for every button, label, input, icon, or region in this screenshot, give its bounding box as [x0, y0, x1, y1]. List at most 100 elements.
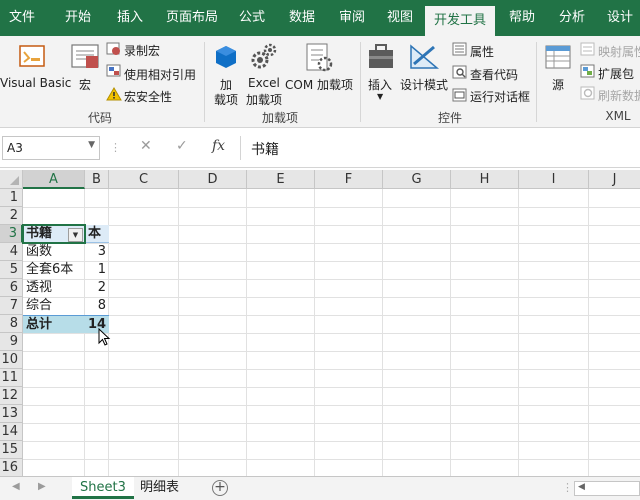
tab-help[interactable]: 帮助 — [502, 0, 542, 36]
cancel-icon[interactable]: ✕ — [140, 138, 152, 154]
column-header[interactable]: E — [247, 170, 315, 189]
row-header[interactable]: 4 — [0, 243, 23, 261]
tab-developer[interactable]: 开发工具 — [425, 6, 495, 36]
mouse-pointer-icon — [98, 328, 111, 346]
column-header[interactable]: C — [109, 170, 179, 189]
row-header[interactable]: 10 — [0, 351, 23, 369]
name-box-value: A3 — [7, 141, 23, 155]
view-code-label: 查看代码 — [470, 68, 519, 82]
horizontal-scrollbar[interactable]: ◀ — [574, 481, 640, 496]
row-header[interactable]: 6 — [0, 279, 23, 297]
pivot-item-value[interactable]: 1 — [85, 261, 109, 279]
row-header[interactable]: 15 — [0, 441, 23, 459]
name-box[interactable]: A3 ▼ — [2, 136, 100, 160]
add-sheet-icon[interactable]: + — [212, 480, 228, 496]
tab-insert[interactable]: 插入 — [108, 0, 152, 36]
enter-icon[interactable]: ✓ — [176, 138, 188, 154]
tab-formulas[interactable]: 公式 — [230, 0, 274, 36]
tab-data[interactable]: 数据 — [282, 0, 322, 36]
group-label-controls: 控件 — [437, 111, 462, 125]
record-macro-label: 录制宏 — [124, 44, 161, 58]
row-header[interactable]: 1 — [0, 189, 23, 207]
row-header[interactable]: 7 — [0, 297, 23, 315]
column-header[interactable]: J — [589, 170, 640, 189]
worksheet-grid[interactable]: A B C D E F G H I J 1 2 3 4 5 6 7 8 9 10… — [0, 170, 640, 476]
insert-function-icon[interactable]: fx — [212, 138, 225, 154]
chevron-down-icon: ▼ — [377, 92, 384, 101]
tab-page-layout[interactable]: 页面布局 — [160, 0, 224, 36]
excel-addins-label-line2: 加载项 — [246, 93, 283, 107]
row-header[interactable]: 2 — [0, 207, 23, 225]
addins-icon — [216, 46, 236, 68]
column-header[interactable]: G — [383, 170, 451, 189]
sheet-tab-bar: ◀ ▶ Sheet3 明细表 + ⋮ ◀ — [0, 476, 640, 500]
pivot-item-value[interactable]: 2 — [85, 279, 109, 297]
column-header[interactable]: B — [85, 170, 109, 189]
tab-analyze[interactable]: 分析 — [552, 0, 592, 36]
column-header[interactable]: A — [23, 170, 85, 189]
expansion-packs-icon — [580, 64, 595, 78]
formula-buttons: ✕ ✓ fx — [128, 136, 236, 160]
chevron-down-icon[interactable]: ▼ — [88, 140, 95, 150]
refresh-icon — [580, 86, 595, 100]
group-divider — [360, 42, 361, 122]
map-properties-label: 映射属性 — [598, 45, 640, 59]
formula-bar: A3 ▼ ⋮ ✕ ✓ fx 书籍 — [0, 128, 640, 168]
ribbon-tab-bar: 文件 开始 插入 页面布局 公式 数据 审阅 视图 开发工具 帮助 分析 设计 — [0, 0, 640, 36]
group-label-code: 代码 — [87, 111, 112, 125]
pivot-item-label[interactable]: 函数 — [23, 243, 85, 261]
previous-sheet-icon[interactable]: ◀ — [12, 481, 20, 492]
insert-control-label: 插入 — [368, 78, 393, 92]
run-dialog-icon — [452, 88, 467, 102]
row-header[interactable]: 11 — [0, 369, 23, 387]
expansion-packs-label: 扩展包 — [598, 67, 635, 81]
pivot-item-label[interactable]: 透视 — [23, 279, 85, 297]
row-header[interactable]: 8 — [0, 315, 23, 333]
row-header[interactable]: 14 — [0, 423, 23, 441]
run-dialog-label: 运行对话框 — [470, 90, 531, 104]
properties-icon — [452, 42, 467, 56]
row-header[interactable]: 13 — [0, 405, 23, 423]
tab-review[interactable]: 审阅 — [332, 0, 372, 36]
xml-source-icon — [545, 45, 571, 69]
tab-file[interactable]: 文件 — [0, 0, 44, 36]
column-header[interactable]: I — [519, 170, 589, 189]
sheet-tab-sheet3[interactable]: Sheet3 — [72, 477, 134, 499]
tab-splitter-icon[interactable]: ⋮ — [562, 481, 573, 494]
map-properties-icon — [580, 42, 595, 56]
visual-basic-label: Visual Basic — [0, 76, 72, 90]
properties-label: 属性 — [470, 45, 495, 59]
group-label-addins: 加载项 — [261, 111, 298, 125]
tab-home[interactable]: 开始 — [56, 0, 100, 36]
scroll-left-icon[interactable]: ◀ — [578, 482, 585, 492]
toolbox-icon — [369, 44, 393, 68]
row-header[interactable]: 3 — [0, 225, 23, 243]
tab-design[interactable]: 设计 — [600, 0, 640, 36]
pivot-item-value[interactable]: 8 — [85, 297, 109, 315]
ribbon: Visual Basic 宏 录制宏 使用相对引用 宏安全性 代码 加 载项 E… — [0, 36, 640, 128]
macros-label: 宏 — [79, 78, 92, 92]
pivot-item-label[interactable]: 全套6本 — [23, 261, 85, 279]
column-header[interactable]: F — [315, 170, 383, 189]
column-header[interactable]: D — [179, 170, 247, 189]
relative-reference-label: 使用相对引用 — [124, 68, 197, 82]
resize-handle-icon[interactable]: ⋮ — [110, 141, 121, 154]
pivot-value-header[interactable]: 本 — [85, 225, 109, 243]
pivot-grand-total-label[interactable]: 总计 — [23, 315, 85, 333]
pivot-item-label[interactable]: 综合 — [23, 297, 85, 315]
xml-source-label: 源 — [552, 78, 565, 92]
formula-input[interactable]: 书籍 — [240, 136, 640, 160]
row-header[interactable]: 5 — [0, 261, 23, 279]
row-header[interactable]: 12 — [0, 387, 23, 405]
pivot-item-value[interactable]: 3 — [85, 243, 109, 261]
next-sheet-icon[interactable]: ▶ — [38, 481, 46, 492]
sheet-tab-detail[interactable]: 明细表 — [132, 477, 187, 499]
macro-icon — [71, 44, 99, 68]
addins-label-line2: 载项 — [213, 93, 238, 107]
select-all-corner[interactable] — [0, 170, 23, 189]
column-header[interactable]: H — [451, 170, 519, 189]
row-header[interactable]: 9 — [0, 333, 23, 351]
gear-icon — [251, 43, 277, 69]
row-header[interactable]: 16 — [0, 459, 23, 476]
tab-view[interactable]: 视图 — [380, 0, 420, 36]
